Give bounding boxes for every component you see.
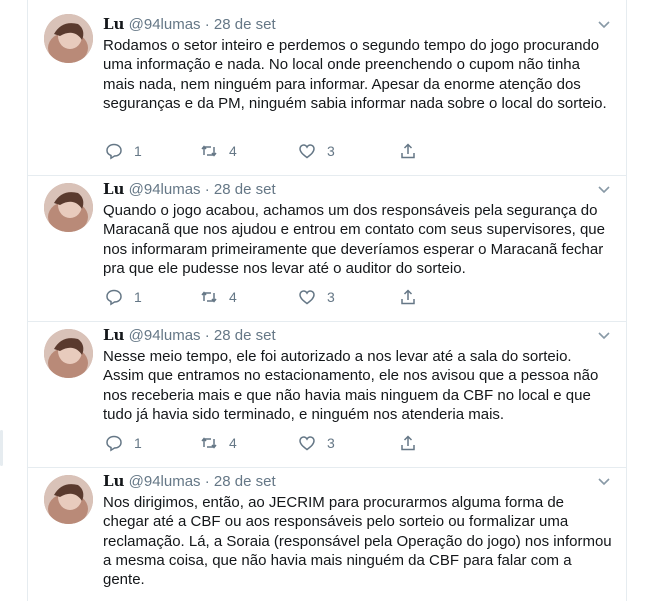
like-button[interactable]: 3 xyxy=(298,433,335,453)
heart-icon xyxy=(299,144,315,159)
tweet-header: Lu @94lumas · 28 de set xyxy=(103,471,276,492)
chevron-down-icon[interactable] xyxy=(596,327,612,343)
tweet-date[interactable]: 28 de set xyxy=(214,473,276,490)
reply-icon xyxy=(106,289,122,306)
reply-count: 1 xyxy=(134,143,142,159)
share-icon xyxy=(401,143,415,159)
tweet-text: Nesse meio tempo, ele foi autorizado a n… xyxy=(103,348,599,423)
avatar[interactable] xyxy=(44,183,93,232)
chevron-down-icon[interactable] xyxy=(596,181,612,197)
tweet-header: Lu @94lumas · 28 de set xyxy=(103,14,276,35)
reply-icon xyxy=(106,435,122,452)
retweet-button[interactable]: 4 xyxy=(200,141,237,161)
tweet[interactable]: Lu @94lumas · 28 de set Nos dirigimos, e… xyxy=(28,468,626,601)
share-button[interactable] xyxy=(399,141,428,161)
separator-dot: · xyxy=(200,16,214,33)
share-button[interactable] xyxy=(399,287,428,307)
tweet-date[interactable]: 28 de set xyxy=(214,16,276,33)
tweet-actions: 1 4 3 xyxy=(103,433,433,453)
like-count: 3 xyxy=(327,435,335,451)
tweet-header: Lu @94lumas · 28 de set xyxy=(103,325,276,346)
like-count: 3 xyxy=(327,289,335,305)
reply-count: 1 xyxy=(134,289,142,305)
reply-button[interactable]: 1 xyxy=(105,287,142,307)
tweet-thread: Lu @94lumas · 28 de set Rodamos o setor … xyxy=(27,0,627,601)
share-icon xyxy=(401,289,415,305)
retweet-count: 4 xyxy=(229,435,237,451)
like-count: 3 xyxy=(327,143,335,159)
heart-icon xyxy=(299,436,315,451)
retweet-count: 4 xyxy=(229,143,237,159)
heart-icon xyxy=(299,290,315,305)
share-button[interactable] xyxy=(399,433,428,453)
tweet-actions: 1 4 3 xyxy=(103,287,433,307)
chevron-down-icon[interactable] xyxy=(596,16,612,32)
user-handle[interactable]: @94lumas xyxy=(129,16,201,33)
tweet-header: Lu @94lumas · 28 de set xyxy=(103,179,276,200)
share-icon xyxy=(401,435,415,451)
retweet-button[interactable]: 4 xyxy=(200,287,237,307)
retweet-icon xyxy=(201,145,217,157)
user-handle[interactable]: @94lumas xyxy=(129,181,201,198)
separator-dot: · xyxy=(200,327,214,344)
separator-dot: · xyxy=(200,473,214,490)
tweet-date[interactable]: 28 de set xyxy=(214,327,276,344)
avatar[interactable] xyxy=(44,14,93,63)
display-name[interactable]: Lu xyxy=(103,472,124,490)
like-button[interactable]: 3 xyxy=(298,287,335,307)
user-handle[interactable]: @94lumas xyxy=(129,327,201,344)
tweet-text: Rodamos o setor inteiro e perdemos o seg… xyxy=(103,37,607,112)
reply-count: 1 xyxy=(134,435,142,451)
separator-dot: · xyxy=(200,181,214,198)
avatar[interactable] xyxy=(44,329,93,378)
display-name[interactable]: Lu xyxy=(103,180,124,198)
scroll-indicator xyxy=(0,430,3,466)
reply-button[interactable]: 1 xyxy=(105,141,142,161)
retweet-icon xyxy=(201,437,217,449)
retweet-count: 4 xyxy=(229,289,237,305)
tweet-date[interactable]: 28 de set xyxy=(214,181,276,198)
reply-button[interactable]: 1 xyxy=(105,433,142,453)
display-name[interactable]: Lu xyxy=(103,15,124,33)
avatar[interactable] xyxy=(44,475,93,524)
display-name[interactable]: Lu xyxy=(103,326,124,344)
user-handle[interactable]: @94lumas xyxy=(129,473,201,490)
like-button[interactable]: 3 xyxy=(298,141,335,161)
reply-icon xyxy=(106,143,122,160)
tweet-text: Nos dirigimos, então, ao JECRIM para pro… xyxy=(103,494,612,589)
tweet[interactable]: Lu @94lumas · 28 de set Quando o jogo ac… xyxy=(28,176,626,322)
tweet-text: Quando o jogo acabou, achamos um dos res… xyxy=(103,202,605,277)
tweet[interactable]: Lu @94lumas · 28 de set Rodamos o setor … xyxy=(28,0,626,176)
chevron-down-icon[interactable] xyxy=(596,473,612,489)
retweet-icon xyxy=(201,291,217,303)
retweet-button[interactable]: 4 xyxy=(200,433,237,453)
tweet[interactable]: Lu @94lumas · 28 de set Nesse meio tempo… xyxy=(28,322,626,468)
tweet-actions: 1 4 3 xyxy=(103,141,433,161)
